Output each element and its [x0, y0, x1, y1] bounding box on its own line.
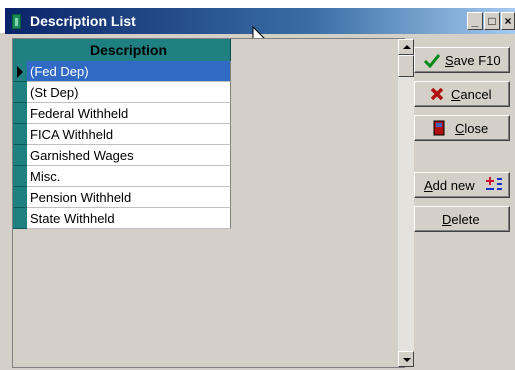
save-button[interactable]: Save F10: [414, 47, 510, 73]
scroll-thumb[interactable]: [398, 55, 414, 77]
delete-button[interactable]: Delete: [414, 206, 510, 232]
row-indicator[interactable]: [13, 103, 27, 124]
table-row[interactable]: Federal Withheld: [13, 103, 231, 124]
delete-label: Delete: [442, 212, 480, 227]
maximize-button[interactable]: □: [484, 12, 500, 30]
table-row[interactable]: Pension Withheld: [13, 187, 231, 208]
table-row[interactable]: (St Dep): [13, 82, 231, 103]
row-indicator[interactable]: [13, 82, 27, 103]
table-row[interactable]: State Withheld: [13, 208, 231, 229]
app-icon: [12, 14, 21, 29]
grid-header-indicator: [13, 39, 27, 61]
description-cell[interactable]: State Withheld: [27, 208, 231, 229]
scroll-down-button[interactable]: [398, 351, 414, 367]
table-row[interactable]: Misc.: [13, 166, 231, 187]
table-row[interactable]: Garnished Wages: [13, 145, 231, 166]
row-indicator[interactable]: [13, 124, 27, 145]
close-label: Close: [455, 121, 489, 136]
row-indicator[interactable]: [13, 61, 27, 82]
vertical-scrollbar[interactable]: [398, 39, 414, 367]
checkmark-icon: [423, 54, 441, 69]
description-list-window: Description List _ □ × Description (Fed …: [0, 0, 515, 370]
description-cell[interactable]: (St Dep): [27, 82, 231, 103]
row-indicator[interactable]: [13, 187, 27, 208]
door-icon: [433, 120, 445, 136]
add-new-button[interactable]: Add new: [414, 172, 510, 198]
red-x-icon: [430, 87, 444, 101]
row-indicator[interactable]: [13, 208, 27, 229]
description-column-header[interactable]: Description: [27, 39, 231, 61]
description-cell[interactable]: Pension Withheld: [27, 187, 231, 208]
up-arrow-icon: [403, 45, 411, 49]
description-cell[interactable]: FICA Withheld: [27, 124, 231, 145]
description-cell[interactable]: (Fed Dep): [27, 61, 231, 82]
description-grid[interactable]: Description (Fed Dep) (St Dep) Federal W…: [12, 38, 414, 368]
window-title: Description List: [30, 13, 136, 29]
add-new-label: Add new: [424, 178, 475, 193]
cancel-label: Cancel: [451, 87, 492, 102]
description-cell[interactable]: Federal Withheld: [27, 103, 231, 124]
minimize-button[interactable]: _: [467, 12, 483, 30]
scroll-up-button[interactable]: [398, 39, 414, 55]
description-cell[interactable]: Garnished Wages: [27, 145, 231, 166]
description-cell[interactable]: Misc.: [27, 166, 231, 187]
close-button[interactable]: Close: [414, 115, 510, 141]
row-indicator[interactable]: [13, 145, 27, 166]
add-rows-icon: [486, 177, 502, 190]
cancel-button[interactable]: Cancel: [414, 81, 510, 107]
close-window-button[interactable]: ×: [501, 12, 515, 30]
down-arrow-icon: [403, 358, 411, 362]
table-row[interactable]: FICA Withheld: [13, 124, 231, 145]
save-label: Save F10: [445, 53, 501, 68]
row-indicator[interactable]: [13, 166, 27, 187]
table-row[interactable]: (Fed Dep): [13, 61, 231, 82]
